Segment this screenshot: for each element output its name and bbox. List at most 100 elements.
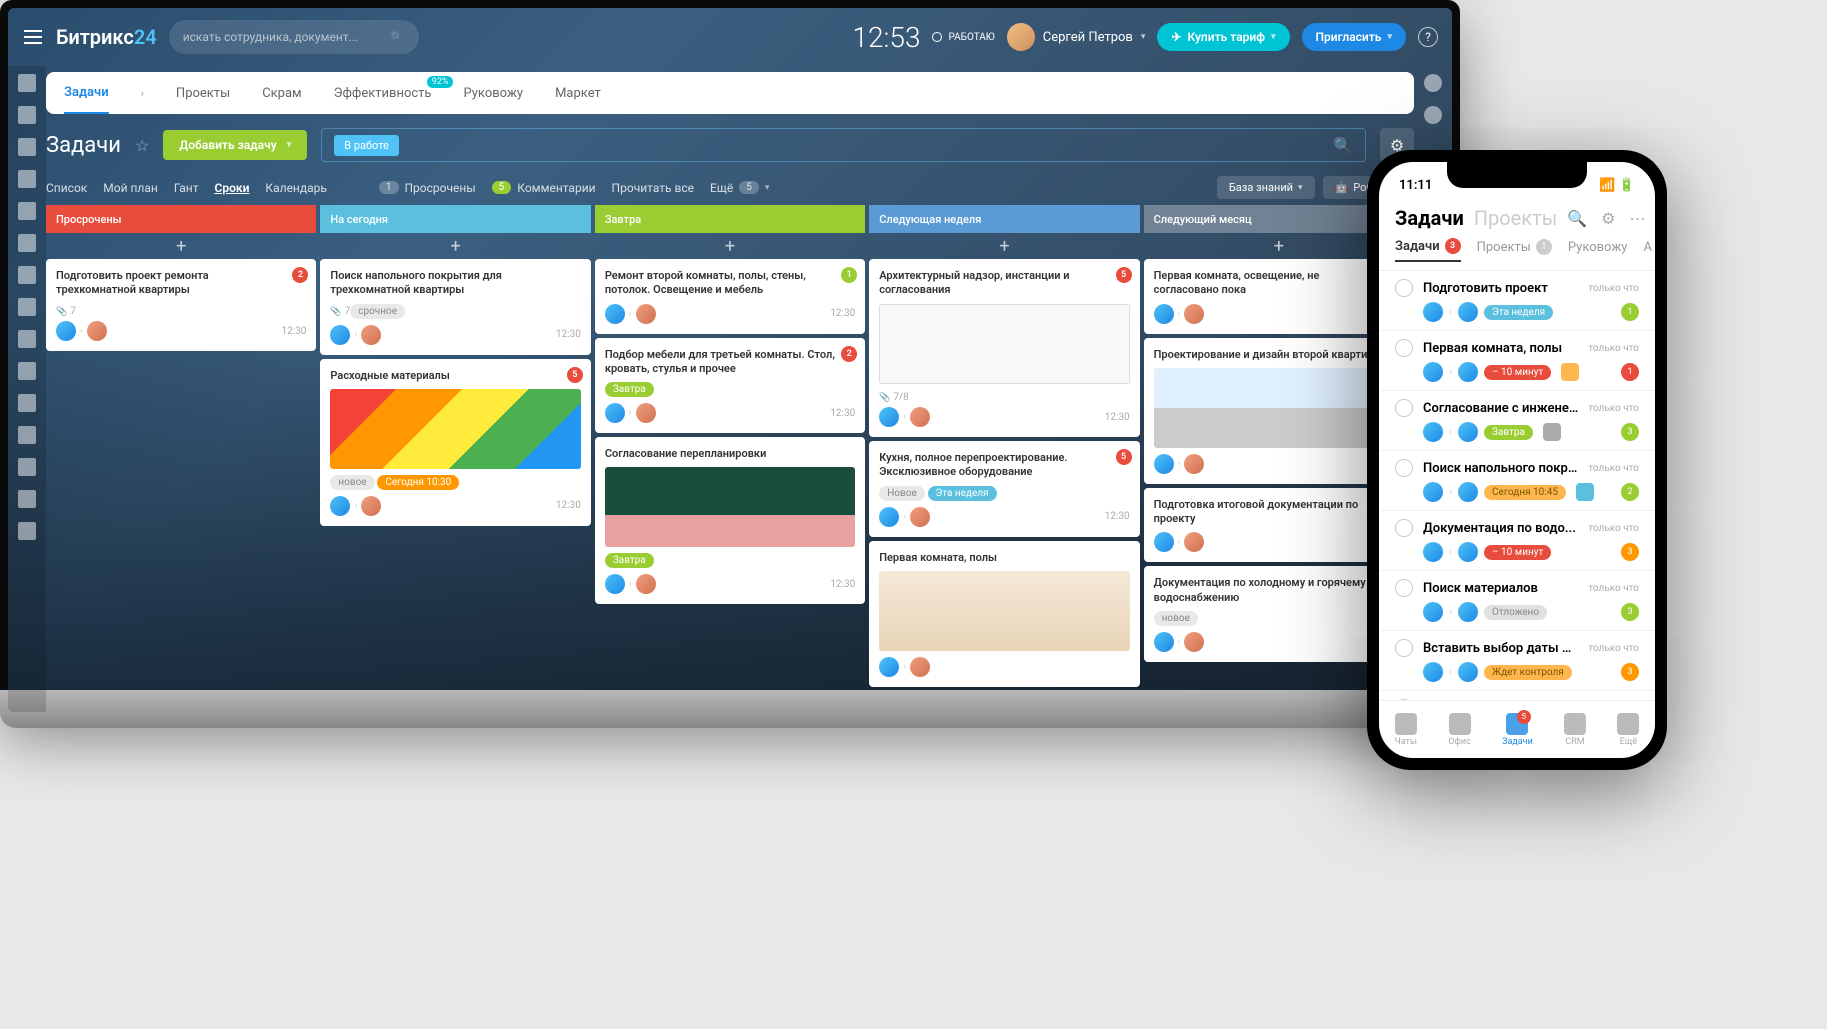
- count-badge: 3: [1621, 423, 1639, 441]
- phone-task-item[interactable]: Поиск напольного покрыт...только что›Сег…: [1379, 451, 1655, 511]
- sidebar-icon[interactable]: [18, 394, 36, 412]
- task-card[interactable]: Поиск напольного покрытия для трехкомнат…: [320, 259, 590, 355]
- phone-subtitle[interactable]: Проекты: [1474, 206, 1557, 230]
- phone-task-item[interactable]: Вставить выбор даты в ре...только что›Жд…: [1379, 631, 1655, 691]
- sidebar-icon[interactable]: [18, 106, 36, 124]
- nav-item[interactable]: Ещё: [1617, 713, 1639, 747]
- column-header[interactable]: Следующая неделя: [869, 205, 1139, 233]
- nav-item[interactable]: Офис: [1448, 713, 1471, 747]
- card-image: [879, 304, 1129, 384]
- tab-efficiency[interactable]: Эффективность92%: [334, 72, 432, 114]
- phone-notch: [1447, 162, 1587, 188]
- task-card[interactable]: Подготовить проект ремонта трехкомнатной…: [46, 259, 316, 351]
- checkbox[interactable]: [1395, 639, 1413, 657]
- column-header[interactable]: Завтра: [595, 205, 865, 233]
- add-card-button[interactable]: +: [320, 233, 590, 259]
- user-menu[interactable]: Сергей Петров▾: [1007, 23, 1146, 51]
- phone-task-list[interactable]: Подготовить проекттолько что›Эта неделя1…: [1379, 271, 1655, 700]
- phone-task-item[interactable]: Согласование с инженер...только что›Завт…: [1379, 391, 1655, 451]
- checkbox[interactable]: [1395, 279, 1413, 297]
- buy-tariff-button[interactable]: ✈Купить тариф▾: [1157, 23, 1289, 51]
- search-icon[interactable]: [1424, 106, 1442, 124]
- main-content: Задачи › Проекты Скрам Эффективность92% …: [46, 66, 1414, 712]
- task-card[interactable]: Архитектурный надзор, инстанции и соглас…: [869, 259, 1139, 437]
- filter-search[interactable]: В работе🔍: [321, 128, 1366, 162]
- phone-task-item[interactable]: Подготовить проекттолько что›Эта неделя1: [1379, 271, 1655, 331]
- work-status[interactable]: РАБОТАЮ: [932, 32, 994, 43]
- avatar: [1458, 602, 1478, 622]
- view-plan[interactable]: Мой план: [103, 181, 158, 195]
- sidebar-icon[interactable]: [18, 138, 36, 156]
- add-card-button[interactable]: +: [595, 233, 865, 259]
- task-card[interactable]: Ремонт второй комнаты, полы, стены, пото…: [595, 259, 865, 334]
- add-card-button[interactable]: +: [869, 233, 1139, 259]
- checkbox[interactable]: [1395, 459, 1413, 477]
- column-header[interactable]: На сегодня: [320, 205, 590, 233]
- read-all-link[interactable]: Прочитать все: [612, 181, 694, 195]
- phone-task-item[interactable]: Документация по водо...только что›– 10 м…: [1379, 511, 1655, 571]
- view-calendar[interactable]: Календарь: [265, 181, 326, 195]
- knowledge-base-button[interactable]: База знаний▾: [1217, 176, 1315, 199]
- tab-tasks[interactable]: Задачи: [64, 72, 109, 114]
- phone-tab[interactable]: Руковожу: [1568, 238, 1628, 262]
- hamburger-icon[interactable]: [22, 26, 44, 48]
- comments-counter[interactable]: 5Комментарии: [492, 181, 596, 195]
- sidebar-icon[interactable]: [18, 426, 36, 444]
- view-list[interactable]: Список: [46, 181, 87, 195]
- phone-task-item[interactable]: Документация по холо...только что: [1379, 691, 1655, 700]
- checkbox[interactable]: [1395, 339, 1413, 357]
- sidebar-icon[interactable]: [18, 266, 36, 284]
- task-card[interactable]: Расходные материалы5новое Сегодня 10:30›…: [320, 359, 590, 526]
- more-icon[interactable]: ⋯: [1630, 209, 1646, 228]
- sidebar-icon[interactable]: [18, 522, 36, 540]
- phone-tab[interactable]: А1: [1643, 238, 1655, 262]
- phone-task-item[interactable]: Поиск материаловтолько что›Отложено3: [1379, 571, 1655, 631]
- view-deadline[interactable]: Сроки: [214, 181, 249, 195]
- checkbox[interactable]: [1395, 399, 1413, 417]
- task-card[interactable]: Кухня, полное перепроектирование. Эксклю…: [869, 441, 1139, 537]
- global-search[interactable]: искать сотрудника, документ...🔍: [169, 20, 419, 54]
- add-card-button[interactable]: +: [46, 233, 316, 259]
- filter-icon[interactable]: ⚙: [1601, 209, 1615, 228]
- notifications-icon[interactable]: [1424, 74, 1442, 92]
- nav-item[interactable]: Чаты: [1395, 713, 1417, 747]
- phone-tab[interactable]: Проекты1: [1477, 238, 1552, 262]
- sidebar-icon[interactable]: [18, 202, 36, 220]
- nav-item[interactable]: Задачи5: [1502, 713, 1533, 747]
- overdue-counter[interactable]: 1Просрочены: [379, 181, 476, 195]
- help-icon[interactable]: ?: [1418, 27, 1438, 47]
- task-card[interactable]: Подбор мебели для третьей комнаты. Стол,…: [595, 338, 865, 434]
- filter-tag[interactable]: В работе: [334, 135, 399, 156]
- count-badge: 3: [1621, 603, 1639, 621]
- view-gantt[interactable]: Гант: [174, 181, 199, 195]
- column-header[interactable]: Просрочены: [46, 205, 316, 233]
- tab-projects[interactable]: Проекты: [176, 72, 230, 114]
- checkbox[interactable]: [1395, 579, 1413, 597]
- tab-manage[interactable]: Руковожу: [463, 72, 523, 114]
- nav-item[interactable]: CRM: [1564, 713, 1586, 747]
- sidebar-icon[interactable]: [18, 330, 36, 348]
- tab-scrum[interactable]: Скрам: [262, 72, 302, 114]
- add-task-button[interactable]: Добавить задачу▾: [163, 130, 307, 160]
- sidebar-icon[interactable]: [18, 458, 36, 476]
- sidebar-icon[interactable]: [18, 170, 36, 188]
- card-badge: 5: [567, 367, 583, 383]
- sidebar-icon[interactable]: [18, 74, 36, 92]
- checkbox[interactable]: [1395, 519, 1413, 537]
- phone-tab[interactable]: Задачи3: [1395, 238, 1461, 262]
- phone-frame: 11:11📶 🔋 Задачи Проекты 🔍⚙⋯ Задачи3Проек…: [1367, 150, 1667, 770]
- task-card[interactable]: Согласование перепланировкиЗавтра ›12:30: [595, 437, 865, 604]
- search-icon[interactable]: 🔍: [1567, 209, 1587, 228]
- invite-button[interactable]: Пригласить▾: [1302, 23, 1406, 51]
- phone-task-item[interactable]: Первая комната, полытолько что›– 10 мину…: [1379, 331, 1655, 391]
- sidebar-icon[interactable]: [18, 298, 36, 316]
- sidebar-icon[interactable]: [18, 362, 36, 380]
- assignee-avatar: [605, 304, 625, 324]
- more-menu[interactable]: Ещё5▾: [710, 181, 769, 195]
- star-icon[interactable]: ☆: [135, 136, 149, 155]
- task-card[interactable]: Первая комната, полы›: [869, 541, 1139, 687]
- card-image: [879, 571, 1129, 651]
- tab-market[interactable]: Маркет: [555, 72, 601, 114]
- sidebar-icon[interactable]: [18, 234, 36, 252]
- sidebar-icon[interactable]: [18, 490, 36, 508]
